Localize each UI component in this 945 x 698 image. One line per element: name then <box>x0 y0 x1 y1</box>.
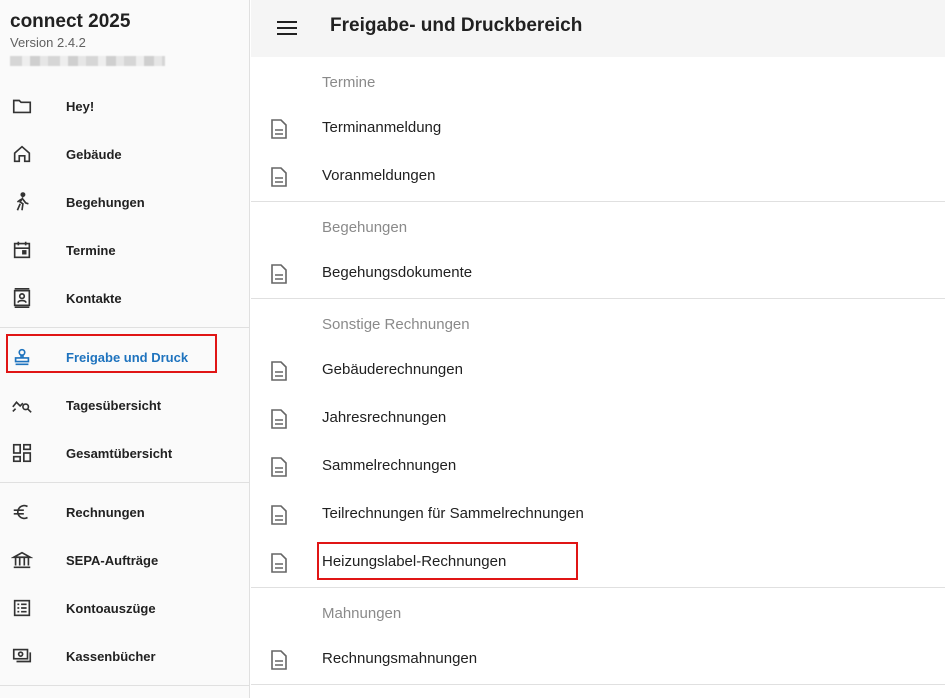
nav-group-main: Hey! Gebäude Begehungen Termine Kontakte <box>0 82 249 328</box>
walk-icon <box>11 191 33 213</box>
sidebar-item-label: Termine <box>66 242 116 258</box>
section-title: Termine <box>322 74 376 91</box>
section-header: Termine <box>251 57 945 105</box>
list-item-jahresrechnungen[interactable]: Jahresrechnungen <box>251 395 945 443</box>
sidebar-item-kontakte[interactable]: Kontakte <box>0 274 249 322</box>
list-item-label: Gebäuderechnungen <box>322 361 463 378</box>
sidebar-item-freigabe-und-druck[interactable]: Freigabe und Druck <box>0 333 249 381</box>
chart-search-icon <box>11 394 33 416</box>
dashboard-icon <box>11 442 33 464</box>
section-title: Mahnungen <box>322 605 402 622</box>
list-item-label: Rechnungsmahnungen <box>322 650 478 667</box>
app-version: Version 2.4.2 <box>10 35 86 50</box>
section-title: Begehungen <box>322 219 408 236</box>
sidebar-item-rechnungen[interactable]: Rechnungen <box>0 488 249 536</box>
sidebar-item-label: Begehungen <box>66 194 145 210</box>
home-icon <box>11 143 33 165</box>
contact-card-icon <box>11 287 33 309</box>
sidebar-item-label: Tagesübersicht <box>66 397 162 413</box>
page-title: Freigabe- und Druckbereich <box>330 15 583 36</box>
section-mahnungen: Mahnungen Rechnungsmahnungen <box>251 588 945 685</box>
section-sonstige-rechnungen: Sonstige Rechnungen Gebäuderechnungen Ja… <box>251 299 945 588</box>
menu-button[interactable] <box>273 14 301 42</box>
nav-group-print: Freigabe und Druck Tagesübersicht Gesamt… <box>0 328 249 483</box>
document-icon <box>269 118 289 140</box>
sidebar-item-tagesuebersicht[interactable]: Tagesübersicht <box>0 381 249 429</box>
sidebar-item-sepa-auftraege[interactable]: SEPA-Aufträge <box>0 536 249 584</box>
blurred-user-info <box>10 56 165 66</box>
list-item-teilrechnungen[interactable]: Teilrechnungen für Sammelrechnungen <box>251 491 945 539</box>
sidebar-item-label: Kontoauszüge <box>66 600 156 616</box>
section-title: Sonstige Rechnungen <box>322 316 470 333</box>
document-icon <box>269 456 289 478</box>
print-list: Termine Terminanmeldung Voranmeldungen B… <box>251 57 945 685</box>
list-item-voranmeldungen[interactable]: Voranmeldungen <box>251 153 945 201</box>
list-item-sammelrechnungen[interactable]: Sammelrechnungen <box>251 443 945 491</box>
sidebar: connect 2025 Version 2.4.2 Hey! Gebäude … <box>0 0 250 698</box>
sidebar-item-label: Kassenbücher <box>66 648 156 664</box>
sidebar-item-label: Kontakte <box>66 290 122 306</box>
section-header: Mahnungen <box>251 588 945 636</box>
sidebar-item-hey[interactable]: Hey! <box>0 82 249 130</box>
document-icon <box>269 408 289 430</box>
sidebar-item-kassenbuecher[interactable]: Kassenbücher <box>0 632 249 680</box>
sidebar-item-label: Gebäude <box>66 146 122 162</box>
bank-icon <box>10 549 34 571</box>
document-icon <box>269 166 289 188</box>
list-item-begehungsdokumente[interactable]: Begehungsdokumente <box>251 250 945 298</box>
app-header: Freigabe- und Druckbereich <box>251 0 945 57</box>
document-icon <box>269 504 289 526</box>
section-termine: Termine Terminanmeldung Voranmeldungen <box>251 57 945 202</box>
list-item-label: Heizungslabel-Rechnungen <box>322 553 507 570</box>
list-item-rechnungsmahnungen[interactable]: Rechnungsmahnungen <box>251 636 945 684</box>
sidebar-item-termine[interactable]: Termine <box>0 226 249 274</box>
hamburger-icon <box>277 21 297 35</box>
sidebar-item-gesamtuebersicht[interactable]: Gesamtübersicht <box>0 429 249 477</box>
sidebar-item-kontoauszuege[interactable]: Kontoauszüge <box>0 584 249 632</box>
app-title: connect 2025 <box>10 11 131 32</box>
sidebar-item-label: Freigabe und Druck <box>66 349 189 365</box>
sidebar-item-begehungen[interactable]: Begehungen <box>0 178 249 226</box>
sidebar-item-label: Hey! <box>66 98 95 114</box>
section-header: Sonstige Rechnungen <box>251 299 945 347</box>
list-item-label: Jahresrechnungen <box>322 409 447 426</box>
calendar-icon <box>11 239 33 261</box>
section-begehungen: Begehungen Begehungsdokumente <box>251 202 945 299</box>
stamp-icon <box>11 346 33 368</box>
list-item-gebaeuderechnungen[interactable]: Gebäuderechnungen <box>251 347 945 395</box>
list-item-terminanmeldung[interactable]: Terminanmeldung <box>251 105 945 153</box>
document-icon <box>269 263 289 285</box>
brand: connect 2025 Version 2.4.2 <box>0 0 249 82</box>
nav-group-finance: Rechnungen SEPA-Aufträge Kontoauszüge Ka… <box>0 483 249 686</box>
section-header: Begehungen <box>251 202 945 250</box>
euro-icon <box>11 501 33 523</box>
list-item-label: Terminanmeldung <box>322 119 442 136</box>
document-icon <box>269 360 289 382</box>
list-item-heizungslabel-rechnungen[interactable]: Heizungslabel-Rechnungen <box>251 539 945 587</box>
document-icon <box>269 552 289 574</box>
list-item-label: Voranmeldungen <box>322 167 436 184</box>
sidebar-item-label: Rechnungen <box>66 504 145 520</box>
sidebar-item-gebaeude[interactable]: Gebäude <box>0 130 249 178</box>
list-icon <box>11 597 33 619</box>
list-item-label: Sammelrechnungen <box>322 457 457 474</box>
sidebar-item-label: Gesamtübersicht <box>66 445 173 461</box>
list-item-label: Teilrechnungen für Sammelrechnungen <box>322 505 584 522</box>
folder-icon <box>11 95 33 117</box>
sidebar-item-label: SEPA-Aufträge <box>66 552 159 568</box>
document-icon <box>269 649 289 671</box>
cash-icon <box>11 645 33 667</box>
list-item-label: Begehungsdokumente <box>322 264 473 281</box>
